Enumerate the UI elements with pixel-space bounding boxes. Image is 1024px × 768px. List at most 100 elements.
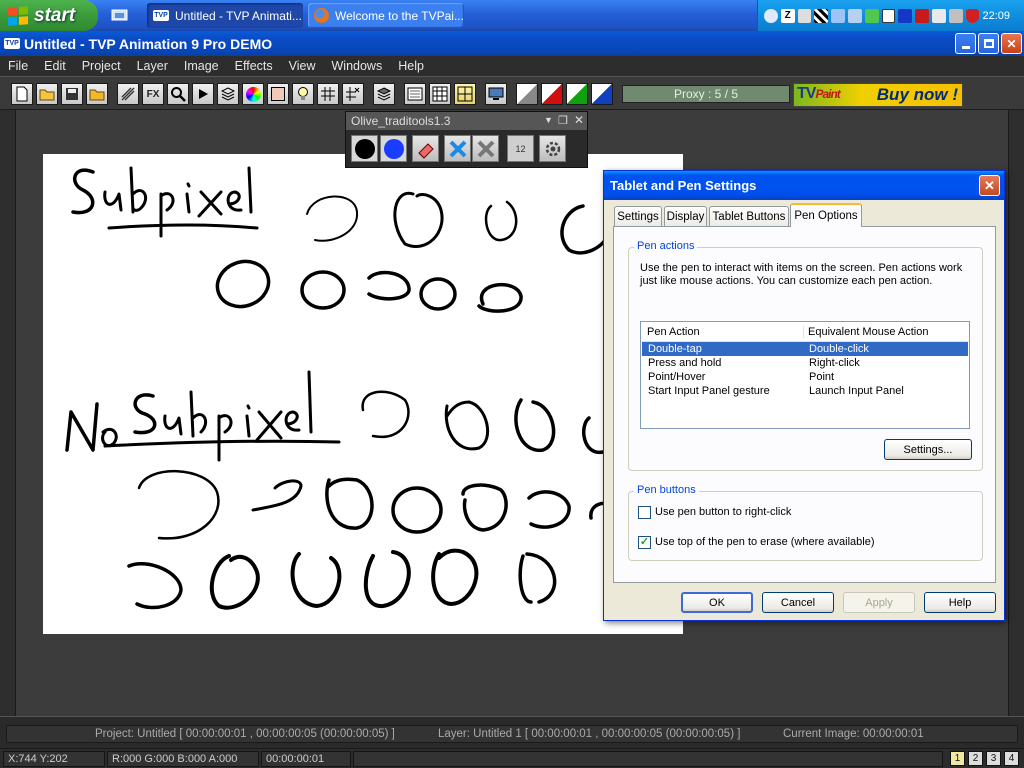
right-click-checkbox[interactable] [638, 506, 651, 519]
timeline-icon[interactable] [404, 83, 426, 105]
list-item[interactable]: Start Input Panel gesture Launch Input P… [642, 384, 968, 398]
page-4-button[interactable]: 4 [1004, 751, 1019, 766]
blue-brush-icon[interactable] [380, 135, 407, 162]
brush-tools-icon[interactable] [117, 83, 139, 105]
new-file-icon[interactable] [11, 83, 33, 105]
checkmark-icon: ✓ [639, 536, 650, 548]
help-button[interactable]: Help [924, 592, 996, 613]
tab-pen-options[interactable]: Pen Options [790, 203, 862, 227]
minimize-button[interactable] [955, 33, 976, 54]
red-channel-icon[interactable] [541, 83, 563, 105]
media-play-icon[interactable] [898, 8, 913, 23]
panels-icon[interactable] [454, 83, 476, 105]
list-item[interactable]: Press and hold Right-click [642, 356, 968, 370]
black-brush-icon[interactable] [351, 135, 378, 162]
column-header-pen-action[interactable]: Pen Action [641, 325, 804, 338]
menu-image[interactable]: Image [176, 59, 227, 73]
folder-icon[interactable] [86, 83, 108, 105]
tablet-pen-settings-dialog: Tablet and Pen Settings ✕ Settings Displ… [603, 170, 1005, 621]
taskbar: start TVP Untitled - TVP Animati... Welc… [0, 0, 1024, 31]
color-wheel-swatch [245, 86, 261, 102]
monitor-icon[interactable] [485, 83, 507, 105]
dialog-titlebar[interactable]: Tablet and Pen Settings ✕ [604, 171, 1004, 200]
collapse-icon[interactable]: ▼ [544, 115, 553, 125]
menu-project[interactable]: Project [74, 59, 129, 73]
drawing-canvas[interactable] [43, 154, 683, 634]
menu-help[interactable]: Help [390, 59, 432, 73]
grid-x-icon[interactable] [342, 83, 364, 105]
olive-close-icon[interactable]: ✕ [574, 113, 584, 127]
swatch-icon[interactable] [267, 83, 289, 105]
apply-button[interactable]: Apply [843, 592, 915, 613]
layers-icon[interactable] [217, 83, 239, 105]
list-item[interactable]: Point/Hover Point [642, 370, 968, 384]
menu-view[interactable]: View [281, 59, 324, 73]
green-channel-icon[interactable] [566, 83, 588, 105]
olive-panel-header[interactable]: Olive_traditools1.3 ▼ ❐ ✕ [346, 112, 587, 130]
page-3-button[interactable]: 3 [986, 751, 1001, 766]
window-icon[interactable] [881, 8, 896, 23]
ok-button[interactable]: OK [681, 592, 753, 613]
gray-gradient-icon[interactable] [516, 83, 538, 105]
pen-actions-description: Use the pen to interact with items on th… [640, 262, 963, 287]
menu-effects[interactable]: Effects [227, 59, 281, 73]
page-1-button[interactable]: 1 [950, 751, 965, 766]
gray-x-icon[interactable] [472, 135, 499, 162]
blue-x-icon[interactable] [444, 135, 471, 162]
page-2-button[interactable]: 2 [968, 751, 983, 766]
back-arrow-icon[interactable] [764, 8, 778, 23]
tab-tablet-buttons[interactable]: Tablet Buttons [709, 206, 789, 226]
frame-counter-icon[interactable]: 12 [507, 135, 534, 162]
dialog-close-button[interactable]: ✕ [979, 175, 1000, 196]
menu-layer[interactable]: Layer [129, 59, 176, 73]
tab-display[interactable]: Display [664, 206, 707, 226]
play-icon[interactable] [192, 83, 214, 105]
pen-icon[interactable] [831, 8, 845, 23]
rgba-readout: R:000 G:000 B:000 A:000 [107, 751, 259, 767]
cancel-button[interactable]: Cancel [762, 592, 834, 613]
record-icon[interactable] [915, 8, 929, 23]
proxy-indicator[interactable]: Proxy : 5 / 5 [622, 85, 790, 103]
menu-windows[interactable]: Windows [324, 59, 391, 73]
blue-channel-icon[interactable] [591, 83, 613, 105]
table-icon[interactable] [429, 83, 451, 105]
window-title: Untitled - TVP Animation 9 Pro DEMO [24, 35, 273, 52]
zoom-icon[interactable] [167, 83, 189, 105]
checker-icon[interactable] [814, 8, 829, 23]
taskbar-task-tvp[interactable]: TVP Untitled - TVP Animati... [147, 3, 303, 28]
z-icon[interactable]: Z [780, 8, 795, 23]
security-shield-icon[interactable] [965, 8, 980, 23]
menu-edit[interactable]: Edit [36, 59, 74, 73]
erase-label[interactable]: Use top of the pen to erase (where avail… [655, 536, 875, 548]
list-item[interactable]: Double-tap Double-click [642, 342, 968, 356]
settings-gear-icon[interactable] [539, 135, 566, 162]
tablet-icon[interactable] [847, 8, 862, 23]
open-folder-icon[interactable] [36, 83, 58, 105]
menu-file[interactable]: File [0, 59, 36, 73]
show-desktop-icon[interactable] [110, 6, 130, 24]
pen-action-settings-button[interactable]: Settings... [884, 439, 972, 460]
pen-buttons-group [628, 491, 983, 561]
pen-actions-list[interactable]: Pen Action Equivalent Mouse Action Doubl… [640, 321, 970, 429]
buy-now-banner[interactable]: TVPaint Buy now ! [793, 83, 963, 107]
color-wheel-icon[interactable] [242, 83, 264, 105]
erase-checkbox[interactable]: ✓ [638, 536, 651, 549]
start-button[interactable]: start [0, 0, 98, 31]
taskbar-task-browser[interactable]: Welcome to the TVPai... [308, 3, 464, 28]
grid-icon[interactable] [317, 83, 339, 105]
detach-icon[interactable]: ❐ [558, 114, 568, 127]
fx-button[interactable]: FX [142, 83, 164, 105]
restore-button[interactable] [978, 33, 999, 54]
drive-icon[interactable] [948, 8, 963, 23]
tab-settings[interactable]: Settings [614, 206, 662, 226]
save-icon[interactable] [61, 83, 83, 105]
right-click-label[interactable]: Use pen button to right-click [655, 506, 791, 518]
close-button[interactable]: ✕ [1001, 33, 1022, 54]
network-icon[interactable] [797, 8, 812, 23]
eraser-icon[interactable] [412, 135, 439, 162]
layer-stack-icon[interactable] [373, 83, 395, 105]
light-bulb-icon[interactable] [292, 83, 314, 105]
column-header-mouse-action[interactable]: Equivalent Mouse Action [804, 326, 969, 338]
device-icon[interactable] [932, 8, 946, 23]
wireless-icon[interactable] [864, 8, 879, 23]
